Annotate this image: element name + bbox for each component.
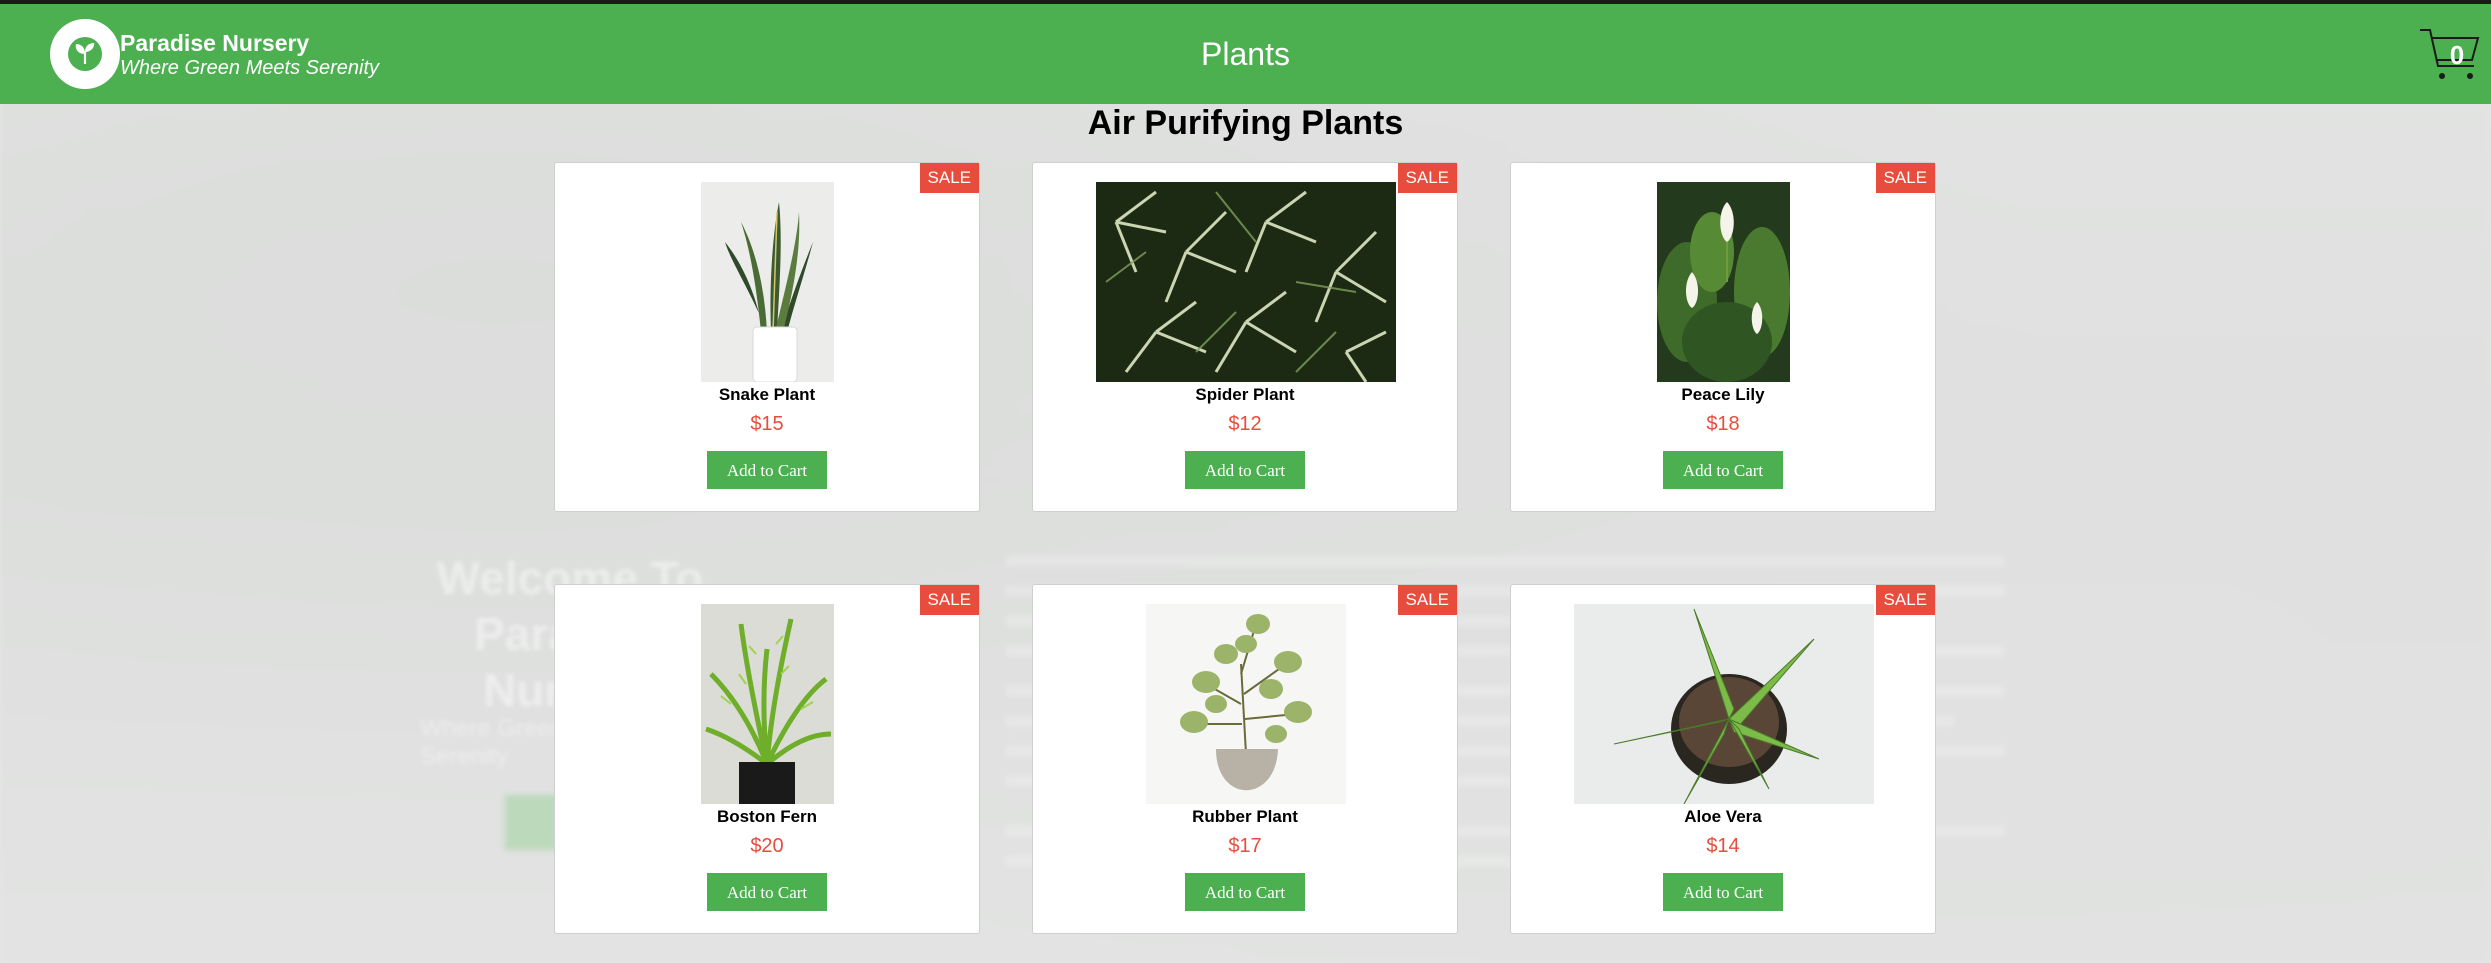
add-to-cart-button[interactable]: Add to Cart bbox=[707, 451, 827, 489]
product-card: SALE Aloe Vera $14 Add to Cart bbox=[1510, 584, 1936, 934]
section-title: Air Purifying Plants bbox=[1087, 104, 1404, 142]
product-price: $17 bbox=[1228, 835, 1262, 857]
product-name: Rubber Plant bbox=[1192, 807, 1298, 826]
product-name: Snake Plant bbox=[718, 385, 816, 404]
sale-badge: SALE bbox=[1397, 163, 1457, 193]
product-price: $14 bbox=[1706, 835, 1740, 857]
sale-badge: SALE bbox=[1397, 585, 1457, 615]
cart-count: 0 bbox=[2449, 40, 2465, 70]
product-name: Peace Lily bbox=[1681, 385, 1765, 404]
boston-fern-image bbox=[701, 604, 834, 804]
aloe-vera-image bbox=[1574, 604, 1874, 804]
product-card: SALE Snake Plant $15 Add to Cart bbox=[554, 162, 980, 512]
add-to-cart-button[interactable]: Add to Cart bbox=[1663, 873, 1783, 911]
product-price: $18 bbox=[1706, 413, 1740, 435]
add-to-cart-button[interactable]: Add to Cart bbox=[1663, 451, 1783, 489]
add-to-cart-button[interactable]: Add to Cart bbox=[1185, 451, 1305, 489]
product-name: Aloe Vera bbox=[1684, 807, 1762, 826]
peace-lily-image bbox=[1657, 182, 1790, 382]
product-card: SALE Peace Lily $18 Add to Cart bbox=[1510, 162, 1936, 512]
product-price: $15 bbox=[750, 413, 784, 435]
snake-plant-image bbox=[701, 182, 834, 382]
spider-plant-image bbox=[1096, 182, 1396, 382]
background-text-line bbox=[1005, 555, 2005, 567]
product-price: $12 bbox=[1228, 413, 1262, 435]
product-card: SALE Boston Fern $20 Add to Cart bbox=[554, 584, 980, 934]
add-to-cart-button[interactable]: Add to Cart bbox=[1185, 873, 1305, 911]
product-card: SALE Rubber Plant $17 Add to Cart bbox=[1032, 584, 1458, 934]
sale-badge: SALE bbox=[919, 585, 979, 615]
navbar: Paradise Nursery Where Green Meets Seren… bbox=[0, 4, 2491, 104]
page-title-link[interactable]: Plants bbox=[0, 36, 2491, 73]
product-card: SALE Spider Plant $12 Add to Cart bbox=[1032, 162, 1458, 512]
product-name: Boston Fern bbox=[716, 807, 818, 826]
cart-button[interactable]: 0 bbox=[2418, 24, 2480, 86]
sale-badge: SALE bbox=[1875, 163, 1935, 193]
product-name: Spider Plant bbox=[1195, 385, 1295, 404]
sale-badge: SALE bbox=[1875, 585, 1935, 615]
product-price: $20 bbox=[750, 835, 784, 857]
rubber-plant-image bbox=[1146, 604, 1346, 804]
sale-badge: SALE bbox=[919, 163, 979, 193]
add-to-cart-button[interactable]: Add to Cart bbox=[707, 873, 827, 911]
